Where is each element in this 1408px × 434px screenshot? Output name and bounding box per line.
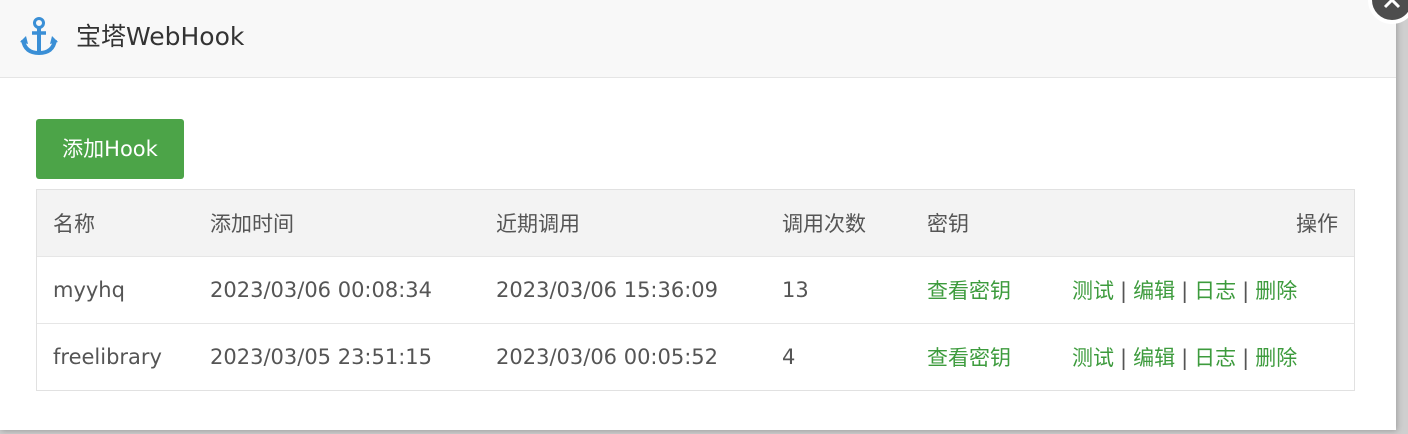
hook-name: myyhq (53, 277, 125, 302)
edit-link[interactable]: 编辑 (1133, 279, 1175, 303)
column-header-recent: 近期调用 (496, 211, 580, 236)
dialog-titlebar: 宝塔WebHook (0, 0, 1396, 78)
action-separator: | (1181, 278, 1189, 303)
table-row: myyhq 2023/03/06 00:08:34 2023/03/06 15:… (37, 256, 1354, 323)
hook-call-count: 13 (782, 277, 809, 302)
column-header-added: 添加时间 (210, 211, 294, 236)
delete-link[interactable]: 删除 (1255, 279, 1297, 303)
action-separator: | (1120, 278, 1128, 303)
action-separator: | (1120, 345, 1128, 370)
action-separator: | (1242, 345, 1250, 370)
close-icon (1383, 0, 1401, 9)
hook-added-time: 2023/03/06 00:08:34 (210, 277, 433, 302)
column-header-actions: 操作 (1296, 211, 1338, 236)
view-key-cell: 查看密钥 (927, 256, 1072, 323)
action-separator: | (1242, 278, 1250, 303)
test-link[interactable]: 测试 (1072, 346, 1114, 370)
hook-recent-call: 2023/03/06 15:36:09 (496, 277, 719, 302)
edit-link[interactable]: 编辑 (1133, 346, 1175, 370)
column-header-count: 调用次数 (782, 211, 866, 236)
hook-call-count: 4 (782, 344, 796, 369)
dialog-title: 宝塔WebHook (76, 22, 245, 51)
hook-added-time: 2023/03/05 23:51:15 (210, 344, 433, 369)
column-header-name: 名称 (53, 211, 95, 236)
hook-name: freelibrary (53, 344, 162, 369)
webhook-dialog: 宝塔WebHook 添加Hook 名称 添加时间 近期调用 调用次数 密钥 操作… (0, 0, 1396, 430)
view-key-cell: 查看密钥 (927, 323, 1072, 390)
hook-table: 名称 添加时间 近期调用 调用次数 密钥 操作 myyhq 2023/03/06… (36, 189, 1355, 391)
table-row: freelibrary 2023/03/05 23:51:15 2023/03/… (37, 323, 1354, 390)
test-link[interactable]: 测试 (1072, 279, 1114, 303)
actions-cell: 测试 | 编辑 | 日志 | 删除 (1072, 256, 1354, 323)
log-link[interactable]: 日志 (1194, 279, 1236, 303)
anchor-icon (18, 16, 60, 58)
view-key-link[interactable]: 查看密钥 (927, 279, 1011, 303)
log-link[interactable]: 日志 (1194, 346, 1236, 370)
column-header-key: 密钥 (927, 211, 969, 236)
table-header-row: 名称 添加时间 近期调用 调用次数 密钥 操作 (37, 190, 1354, 256)
action-separator: | (1181, 345, 1189, 370)
hook-recent-call: 2023/03/06 00:05:52 (496, 344, 719, 369)
actions-cell: 测试 | 编辑 | 日志 | 删除 (1072, 323, 1354, 390)
add-hook-button[interactable]: 添加Hook (36, 119, 184, 179)
delete-link[interactable]: 删除 (1255, 346, 1297, 370)
view-key-link[interactable]: 查看密钥 (927, 346, 1011, 370)
